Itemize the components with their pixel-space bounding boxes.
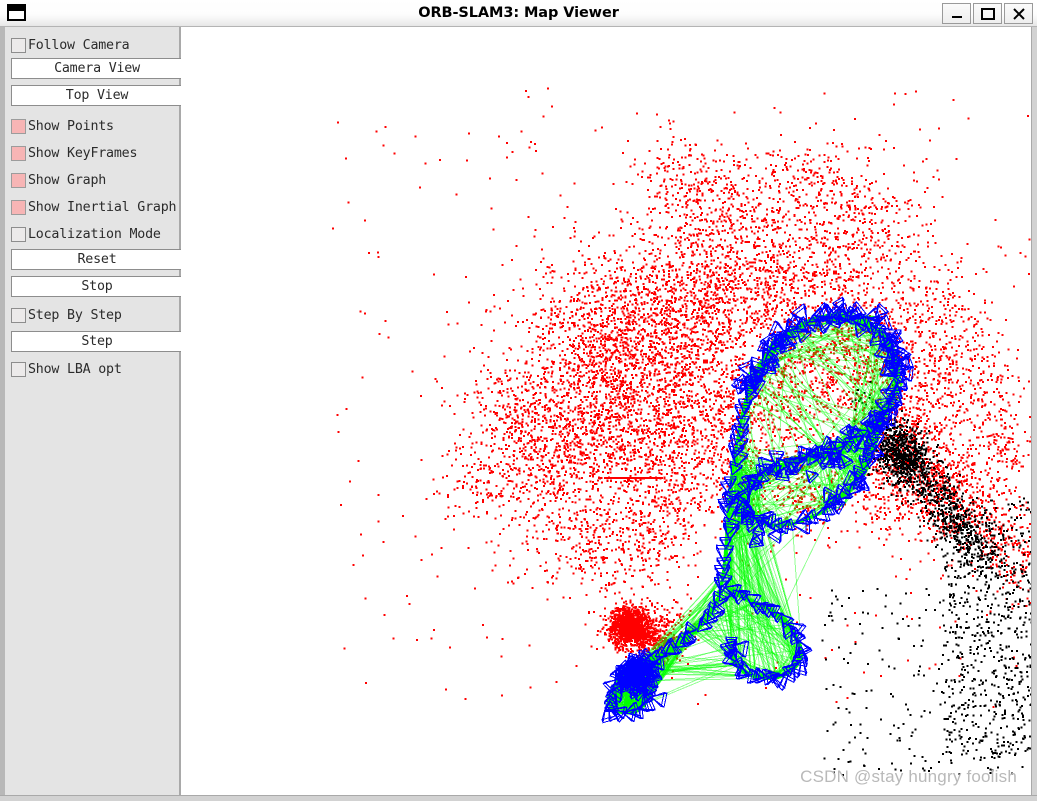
checkbox-label: Localization Mode [28,227,161,242]
checkbox-step-by-step[interactable]: Step By Step [11,304,183,327]
checkbox-label: Show Inertial Graph [28,200,177,215]
checkbox-checked-icon[interactable] [11,173,26,188]
checkbox-unchecked-icon[interactable] [11,362,26,377]
button-stop[interactable]: Stop [11,276,183,297]
checkbox-label: Step By Step [28,308,122,323]
checkbox-unchecked-icon[interactable] [11,227,26,242]
checkbox-label: Show KeyFrames [28,146,138,161]
checkbox-show-lba-opt[interactable]: Show LBA opt [11,358,183,381]
map-viewport[interactable]: CSDN @stay hungry foolish [181,27,1031,795]
map-points-layer [331,87,1031,708]
checkbox-localization-mode[interactable]: Localization Mode [11,223,183,246]
checkbox-show-graph[interactable]: Show Graph [11,169,183,192]
button-label: Top View [65,88,129,103]
checkbox-checked-icon[interactable] [11,119,26,134]
button-camera-view[interactable]: Camera View [11,58,183,79]
checkbox-follow-camera[interactable]: Follow Camera [11,34,183,57]
button-label: Reset [77,252,117,267]
checkbox-label: Follow Camera [28,38,130,53]
button-reset[interactable]: Reset [11,249,183,270]
checkbox-checked-icon[interactable] [11,200,26,215]
close-icon [1013,8,1025,20]
checkbox-label: Show Points [28,119,114,134]
checkbox-label: Show Graph [28,173,107,188]
watermark-text: CSDN @stay hungry foolish [800,767,1017,786]
checkbox-show-points[interactable]: Show Points [11,115,183,138]
checkbox-unchecked-icon[interactable] [11,308,26,323]
window-frame-bottom [0,795,1037,801]
controls-panel: Follow Camera Camera View Top View Show Poi… [0,27,183,801]
button-label: Stop [81,279,113,294]
checkbox-unchecked-icon[interactable] [11,38,26,53]
maximize-button[interactable] [973,3,1002,24]
map-render-canvas [331,87,1031,776]
button-step[interactable]: Step [11,331,183,352]
button-label: Camera View [54,61,140,76]
window-frame-right [1031,27,1037,801]
close-button[interactable] [1004,3,1033,24]
checkbox-show-keyframes[interactable]: Show KeyFrames [11,142,183,165]
checkbox-checked-icon[interactable] [11,146,26,161]
maximize-icon [981,8,995,20]
button-label: Step [81,334,113,349]
checkbox-show-inertial-graph[interactable]: Show Inertial Graph [11,196,183,219]
checkbox-label: Show LBA opt [28,362,122,377]
orb-slam3-map-viewer-window: ORB-SLAM3: Map Viewer Follow Camera Camer… [0,0,1037,801]
minimize-button[interactable] [942,3,971,24]
window-title: ORB-SLAM3: Map Viewer [418,5,619,21]
button-top-view[interactable]: Top View [11,85,183,106]
title-bar: ORB-SLAM3: Map Viewer [0,0,1037,27]
minimize-icon [952,16,962,18]
